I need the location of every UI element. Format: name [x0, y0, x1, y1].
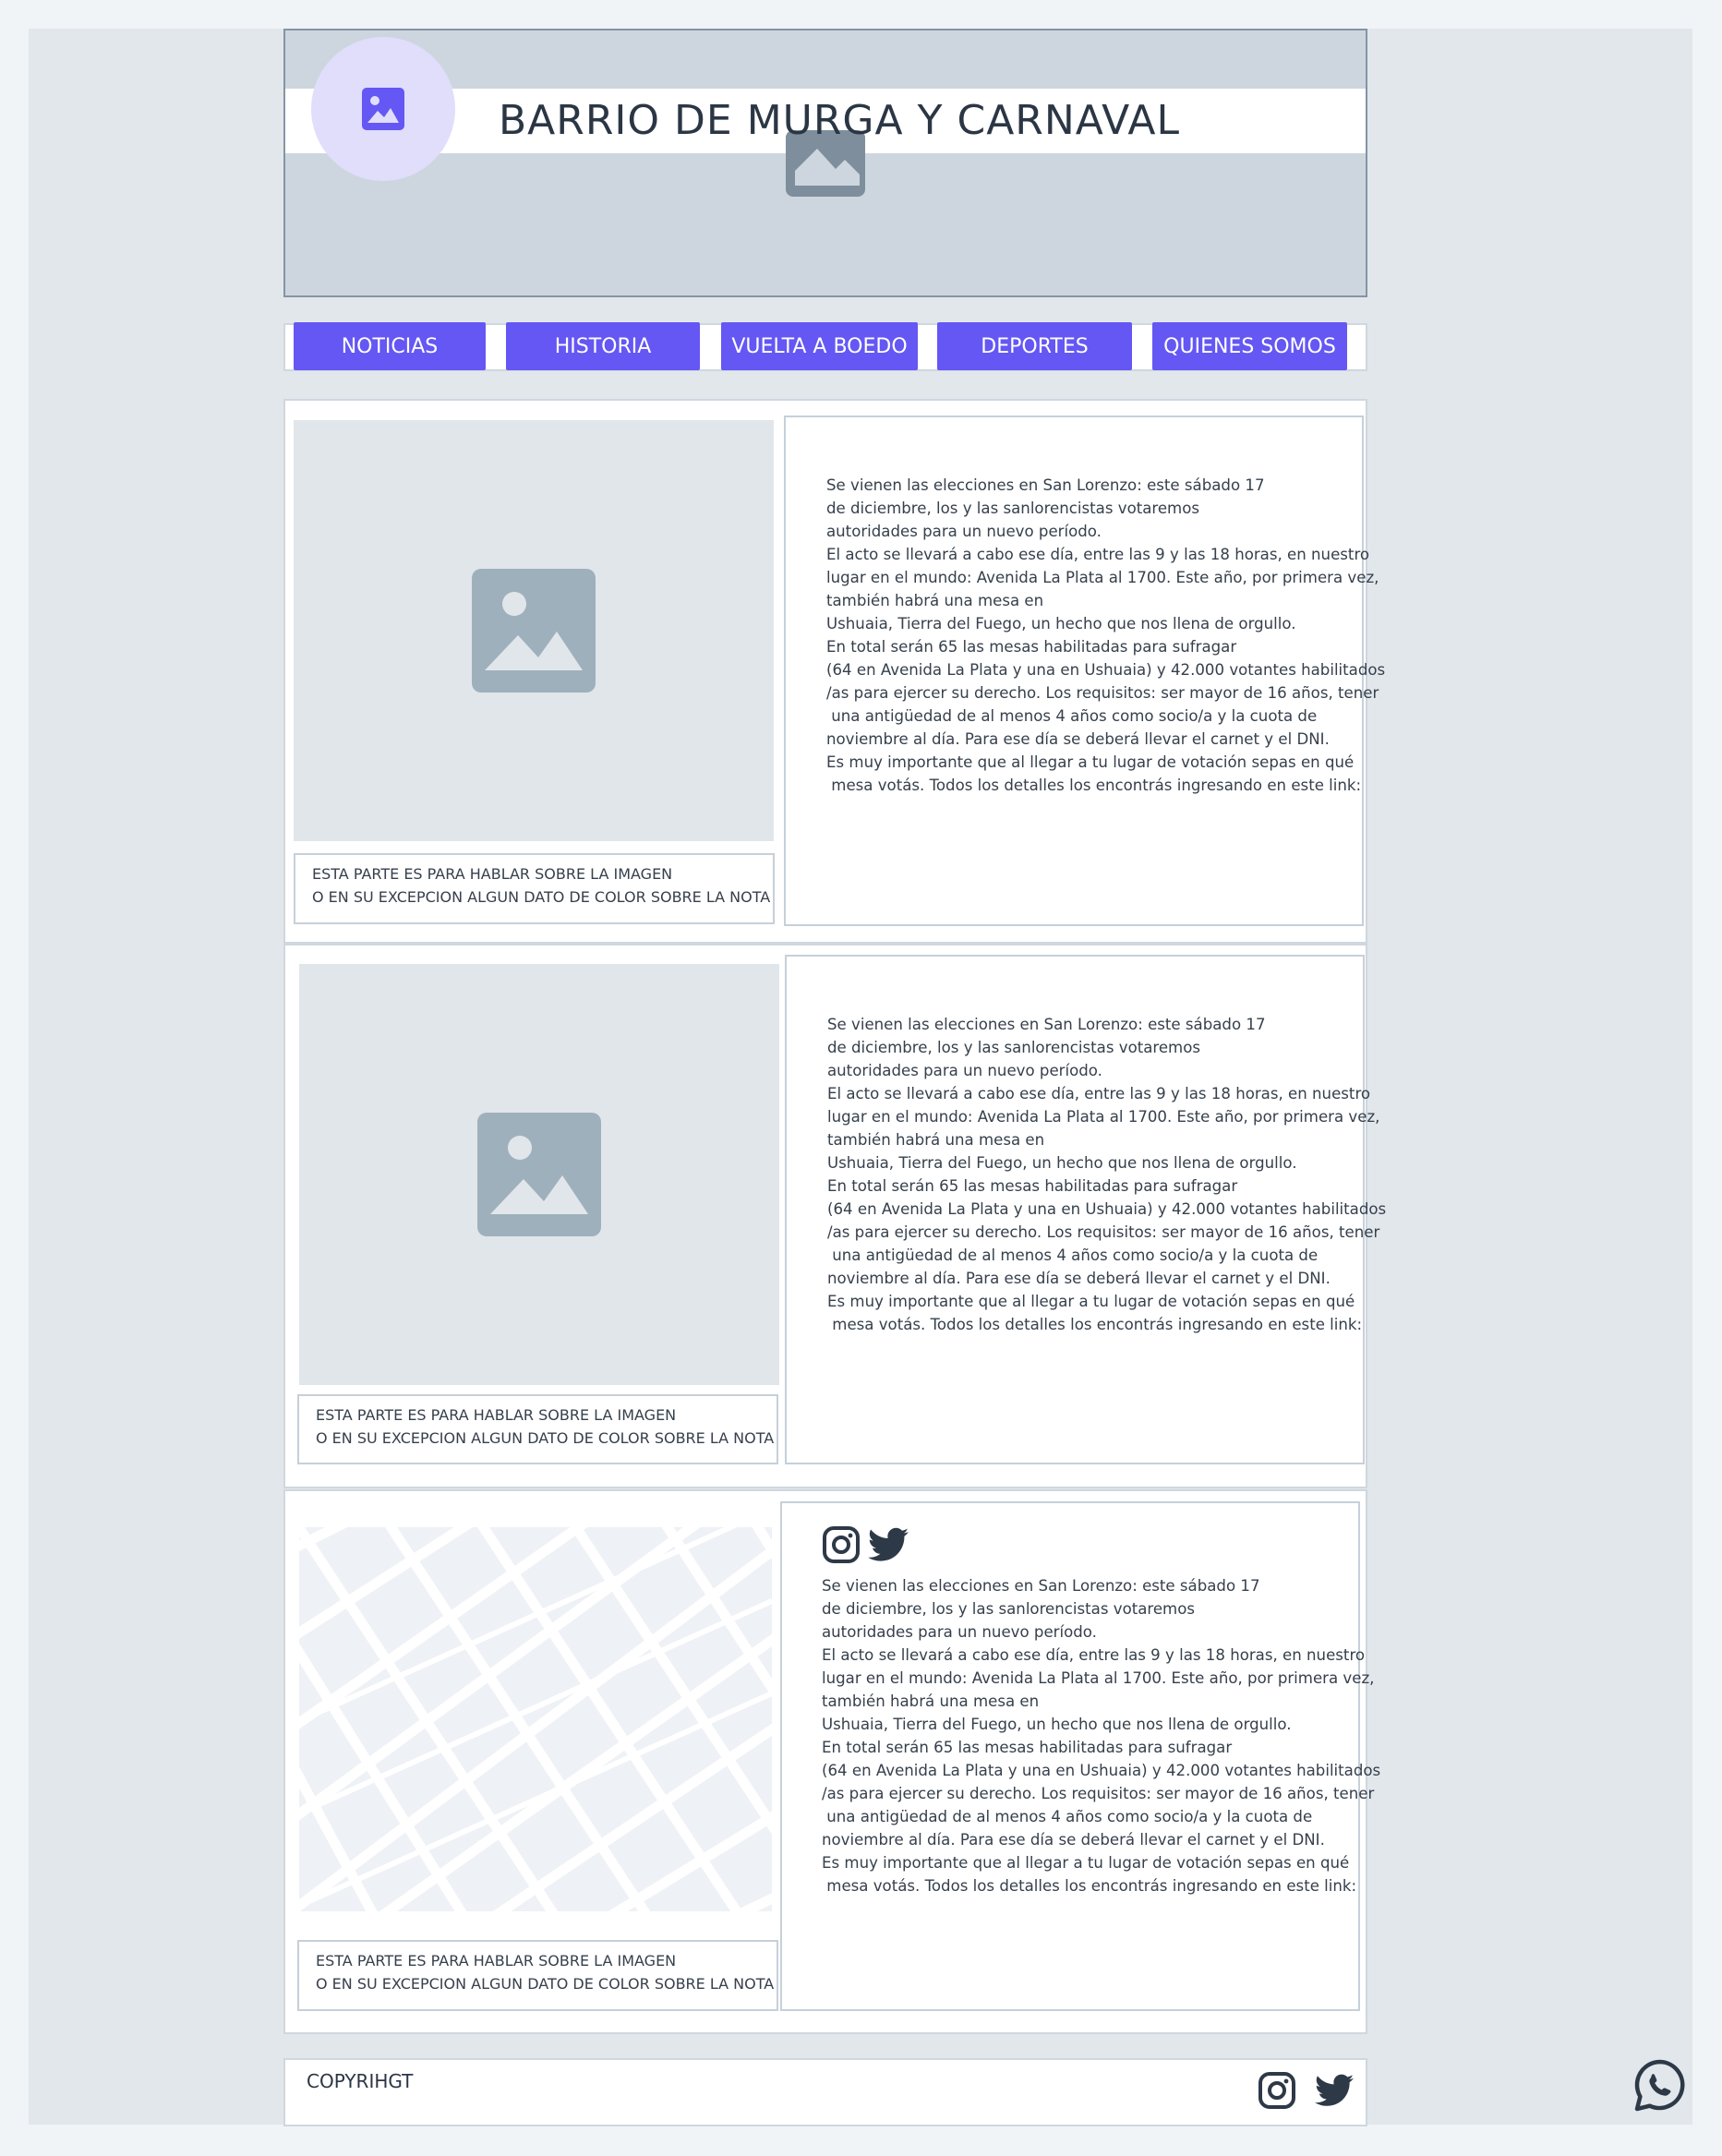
nav-noticias[interactable]: NOTICIAS [294, 322, 486, 370]
image-caption: ESTA PARTE ES PARA HABLAR SOBRE LA IMAGE… [297, 1940, 778, 2011]
image-icon [477, 1113, 601, 1236]
article-image [294, 420, 774, 841]
image-caption: ESTA PARTE ES PARA HABLAR SOBRE LA IMAGE… [294, 853, 775, 924]
article-social-icons [822, 1525, 909, 1564]
nav-deportes[interactable]: DEPORTES [937, 322, 1132, 370]
article-body: Se vienen las elecciones en San Lorenzo:… [822, 1577, 1381, 1895]
map-placeholder[interactable] [299, 1527, 772, 1911]
map-streets [299, 1527, 772, 1911]
nav-quienes-somos[interactable]: QUIENES SOMOS [1152, 322, 1347, 370]
copyright-text: COPYRIHGT [307, 2070, 414, 2092]
footer [283, 2058, 1367, 2126]
article-body: Se vienen las elecciones en San Lorenzo:… [827, 1016, 1387, 1333]
footer-social-icons [1258, 2071, 1354, 2110]
header-banner: BARRIO DE MURGA Y CARNAVAL [283, 29, 1367, 297]
whatsapp-icon[interactable] [1632, 2057, 1689, 2114]
image-icon [472, 569, 596, 693]
image-icon [362, 88, 404, 130]
article-image [299, 964, 779, 1385]
nav-historia[interactable]: HISTORIA [506, 322, 700, 370]
instagram-icon[interactable] [822, 1525, 861, 1564]
instagram-icon[interactable] [1258, 2071, 1296, 2110]
twitter-icon[interactable] [1315, 2074, 1354, 2107]
twitter-icon[interactable] [868, 1527, 909, 1562]
nav-vuelta-a-boedo[interactable]: VUELTA A BOEDO [721, 322, 918, 370]
article-body: Se vienen las elecciones en San Lorenzo:… [826, 476, 1386, 794]
image-caption: ESTA PARTE ES PARA HABLAR SOBRE LA IMAGE… [297, 1394, 778, 1464]
logo[interactable] [311, 37, 455, 181]
